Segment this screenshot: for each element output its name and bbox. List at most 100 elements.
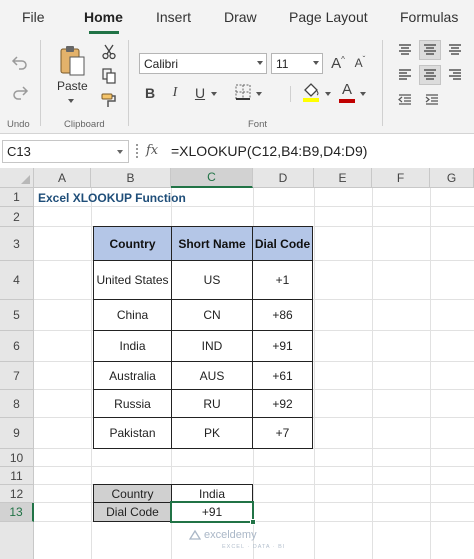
align-middle-icon[interactable] <box>419 40 441 60</box>
copy-icon[interactable] <box>100 67 118 85</box>
table-header-short-name[interactable]: Short Name <box>171 226 253 261</box>
row-header-13[interactable]: 13 <box>0 503 34 522</box>
watermark-subtitle: EXCEL · DATA · BI <box>222 544 286 550</box>
format-painter-icon[interactable] <box>100 91 118 109</box>
table-cell-short-name[interactable]: US <box>171 260 253 300</box>
gridline <box>34 466 474 467</box>
name-box[interactable]: C13 <box>2 140 129 163</box>
table-cell-short-name[interactable]: AUS <box>171 361 253 390</box>
lookup-dial-label[interactable]: Dial Code <box>93 502 172 522</box>
table-cell-country[interactable]: Russia <box>93 389 172 418</box>
font-color-button[interactable]: A <box>337 80 357 104</box>
worksheet-grid[interactable]: A B C D E F G 1 2 3 4 5 6 7 8 9 10 11 12… <box>0 168 474 559</box>
paste-dropdown-icon[interactable] <box>68 99 74 103</box>
table-cell-dial-code[interactable]: +92 <box>252 389 313 418</box>
row-header-blank <box>0 522 34 559</box>
column-header-f[interactable]: F <box>372 168 430 188</box>
table-cell-short-name[interactable]: RU <box>171 389 253 418</box>
row-header-4[interactable]: 4 <box>0 261 34 300</box>
borders-icon[interactable] <box>233 82 253 102</box>
row-header-2[interactable]: 2 <box>0 207 34 227</box>
table-header-country[interactable]: Country <box>93 226 172 261</box>
row-header-11[interactable]: 11 <box>0 467 34 485</box>
name-box-value: C13 <box>7 144 31 159</box>
gridline <box>91 188 92 559</box>
table-cell-country[interactable]: China <box>93 299 172 331</box>
active-cell-border <box>170 501 254 523</box>
row-header-1[interactable]: 1 <box>0 188 34 207</box>
underline-button[interactable]: U <box>192 83 208 103</box>
table-cell-dial-code[interactable]: +7 <box>252 417 313 449</box>
table-cell-short-name[interactable]: CN <box>171 299 253 331</box>
column-header-b[interactable]: B <box>91 168 171 188</box>
ribbon-separator <box>128 40 129 126</box>
align-bottom-icon[interactable] <box>446 42 464 58</box>
insert-function-icon[interactable]: fx <box>146 143 158 158</box>
fill-color-dropdown-icon[interactable] <box>325 92 331 96</box>
table-cell-short-name[interactable]: IND <box>171 330 253 362</box>
column-header-d[interactable]: D <box>253 168 314 188</box>
active-tab-indicator <box>89 31 119 34</box>
italic-button[interactable]: I <box>167 83 183 103</box>
align-left-icon[interactable] <box>396 67 414 83</box>
underline-dropdown-icon[interactable] <box>211 92 217 96</box>
fill-handle[interactable] <box>250 519 256 525</box>
bold-button[interactable]: B <box>142 83 158 103</box>
column-header-c[interactable]: C <box>171 168 253 188</box>
name-box-dropdown-icon[interactable] <box>117 150 123 154</box>
fill-color-icon[interactable] <box>300 80 322 104</box>
paste-label[interactable]: Paste <box>57 79 88 93</box>
row-header-5[interactable]: 5 <box>0 300 34 331</box>
table-cell-country[interactable]: Pakistan <box>93 417 172 449</box>
paste-icon[interactable] <box>55 42 89 80</box>
tab-file[interactable]: File <box>22 9 45 25</box>
redo-icon[interactable] <box>9 82 31 102</box>
table-cell-country[interactable]: United States <box>93 260 172 300</box>
column-header-e[interactable]: E <box>314 168 372 188</box>
row-header-10[interactable]: 10 <box>0 449 34 467</box>
font-color-dropdown-icon[interactable] <box>360 92 366 96</box>
column-header-a[interactable]: A <box>34 168 91 188</box>
cut-icon[interactable] <box>100 43 118 61</box>
tab-draw[interactable]: Draw <box>224 9 257 25</box>
align-top-icon[interactable] <box>396 42 414 58</box>
row-header-12[interactable]: 12 <box>0 485 34 503</box>
table-cell-dial-code[interactable]: +91 <box>252 330 313 362</box>
lookup-country-label[interactable]: Country <box>93 484 172 503</box>
increase-indent-icon[interactable] <box>423 92 441 108</box>
undo-group-label: Undo <box>7 119 30 130</box>
grow-font-button[interactable]: A ^ <box>329 53 347 73</box>
formula-input[interactable]: =XLOOKUP(C12,B4:B9,D4:D9) <box>171 143 367 159</box>
font-name-select[interactable]: Calibri <box>139 53 267 74</box>
watermark: exceldemy <box>189 529 257 541</box>
grow-font-icon: A <box>331 54 342 72</box>
table-cell-dial-code[interactable]: +1 <box>252 260 313 300</box>
align-center-icon[interactable] <box>419 65 441 85</box>
row-header-3[interactable]: 3 <box>0 227 34 261</box>
ribbon-tabs: File Home Insert Draw Page Layout Formul… <box>0 0 474 36</box>
borders-dropdown-icon[interactable] <box>256 92 262 96</box>
row-header-7[interactable]: 7 <box>0 362 34 390</box>
undo-icon[interactable] <box>9 52 31 72</box>
row-header-8[interactable]: 8 <box>0 390 34 418</box>
row-header-9[interactable]: 9 <box>0 418 34 449</box>
decrease-indent-icon[interactable] <box>396 92 414 108</box>
shrink-font-button[interactable]: Aˇ <box>351 53 369 73</box>
table-cell-country[interactable]: India <box>93 330 172 362</box>
table-cell-dial-code[interactable]: +61 <box>252 361 313 390</box>
tab-home[interactable]: Home <box>84 9 123 25</box>
select-all-button[interactable] <box>0 168 34 188</box>
table-cell-country[interactable]: Australia <box>93 361 172 390</box>
font-size-select[interactable]: 11 <box>271 53 323 74</box>
table-header-dial-code[interactable]: Dial Code <box>252 226 313 261</box>
tab-insert[interactable]: Insert <box>156 9 191 25</box>
table-cell-short-name[interactable]: PK <box>171 417 253 449</box>
table-cell-dial-code[interactable]: +86 <box>252 299 313 331</box>
column-header-g[interactable]: G <box>430 168 474 188</box>
sheet-title[interactable]: Excel XLOOKUP Function <box>38 191 186 205</box>
font-name-value: Calibri <box>144 57 179 71</box>
tab-page-layout[interactable]: Page Layout <box>289 9 368 25</box>
row-header-6[interactable]: 6 <box>0 331 34 362</box>
tab-formulas[interactable]: Formulas <box>400 9 458 25</box>
align-right-icon[interactable] <box>446 67 464 83</box>
